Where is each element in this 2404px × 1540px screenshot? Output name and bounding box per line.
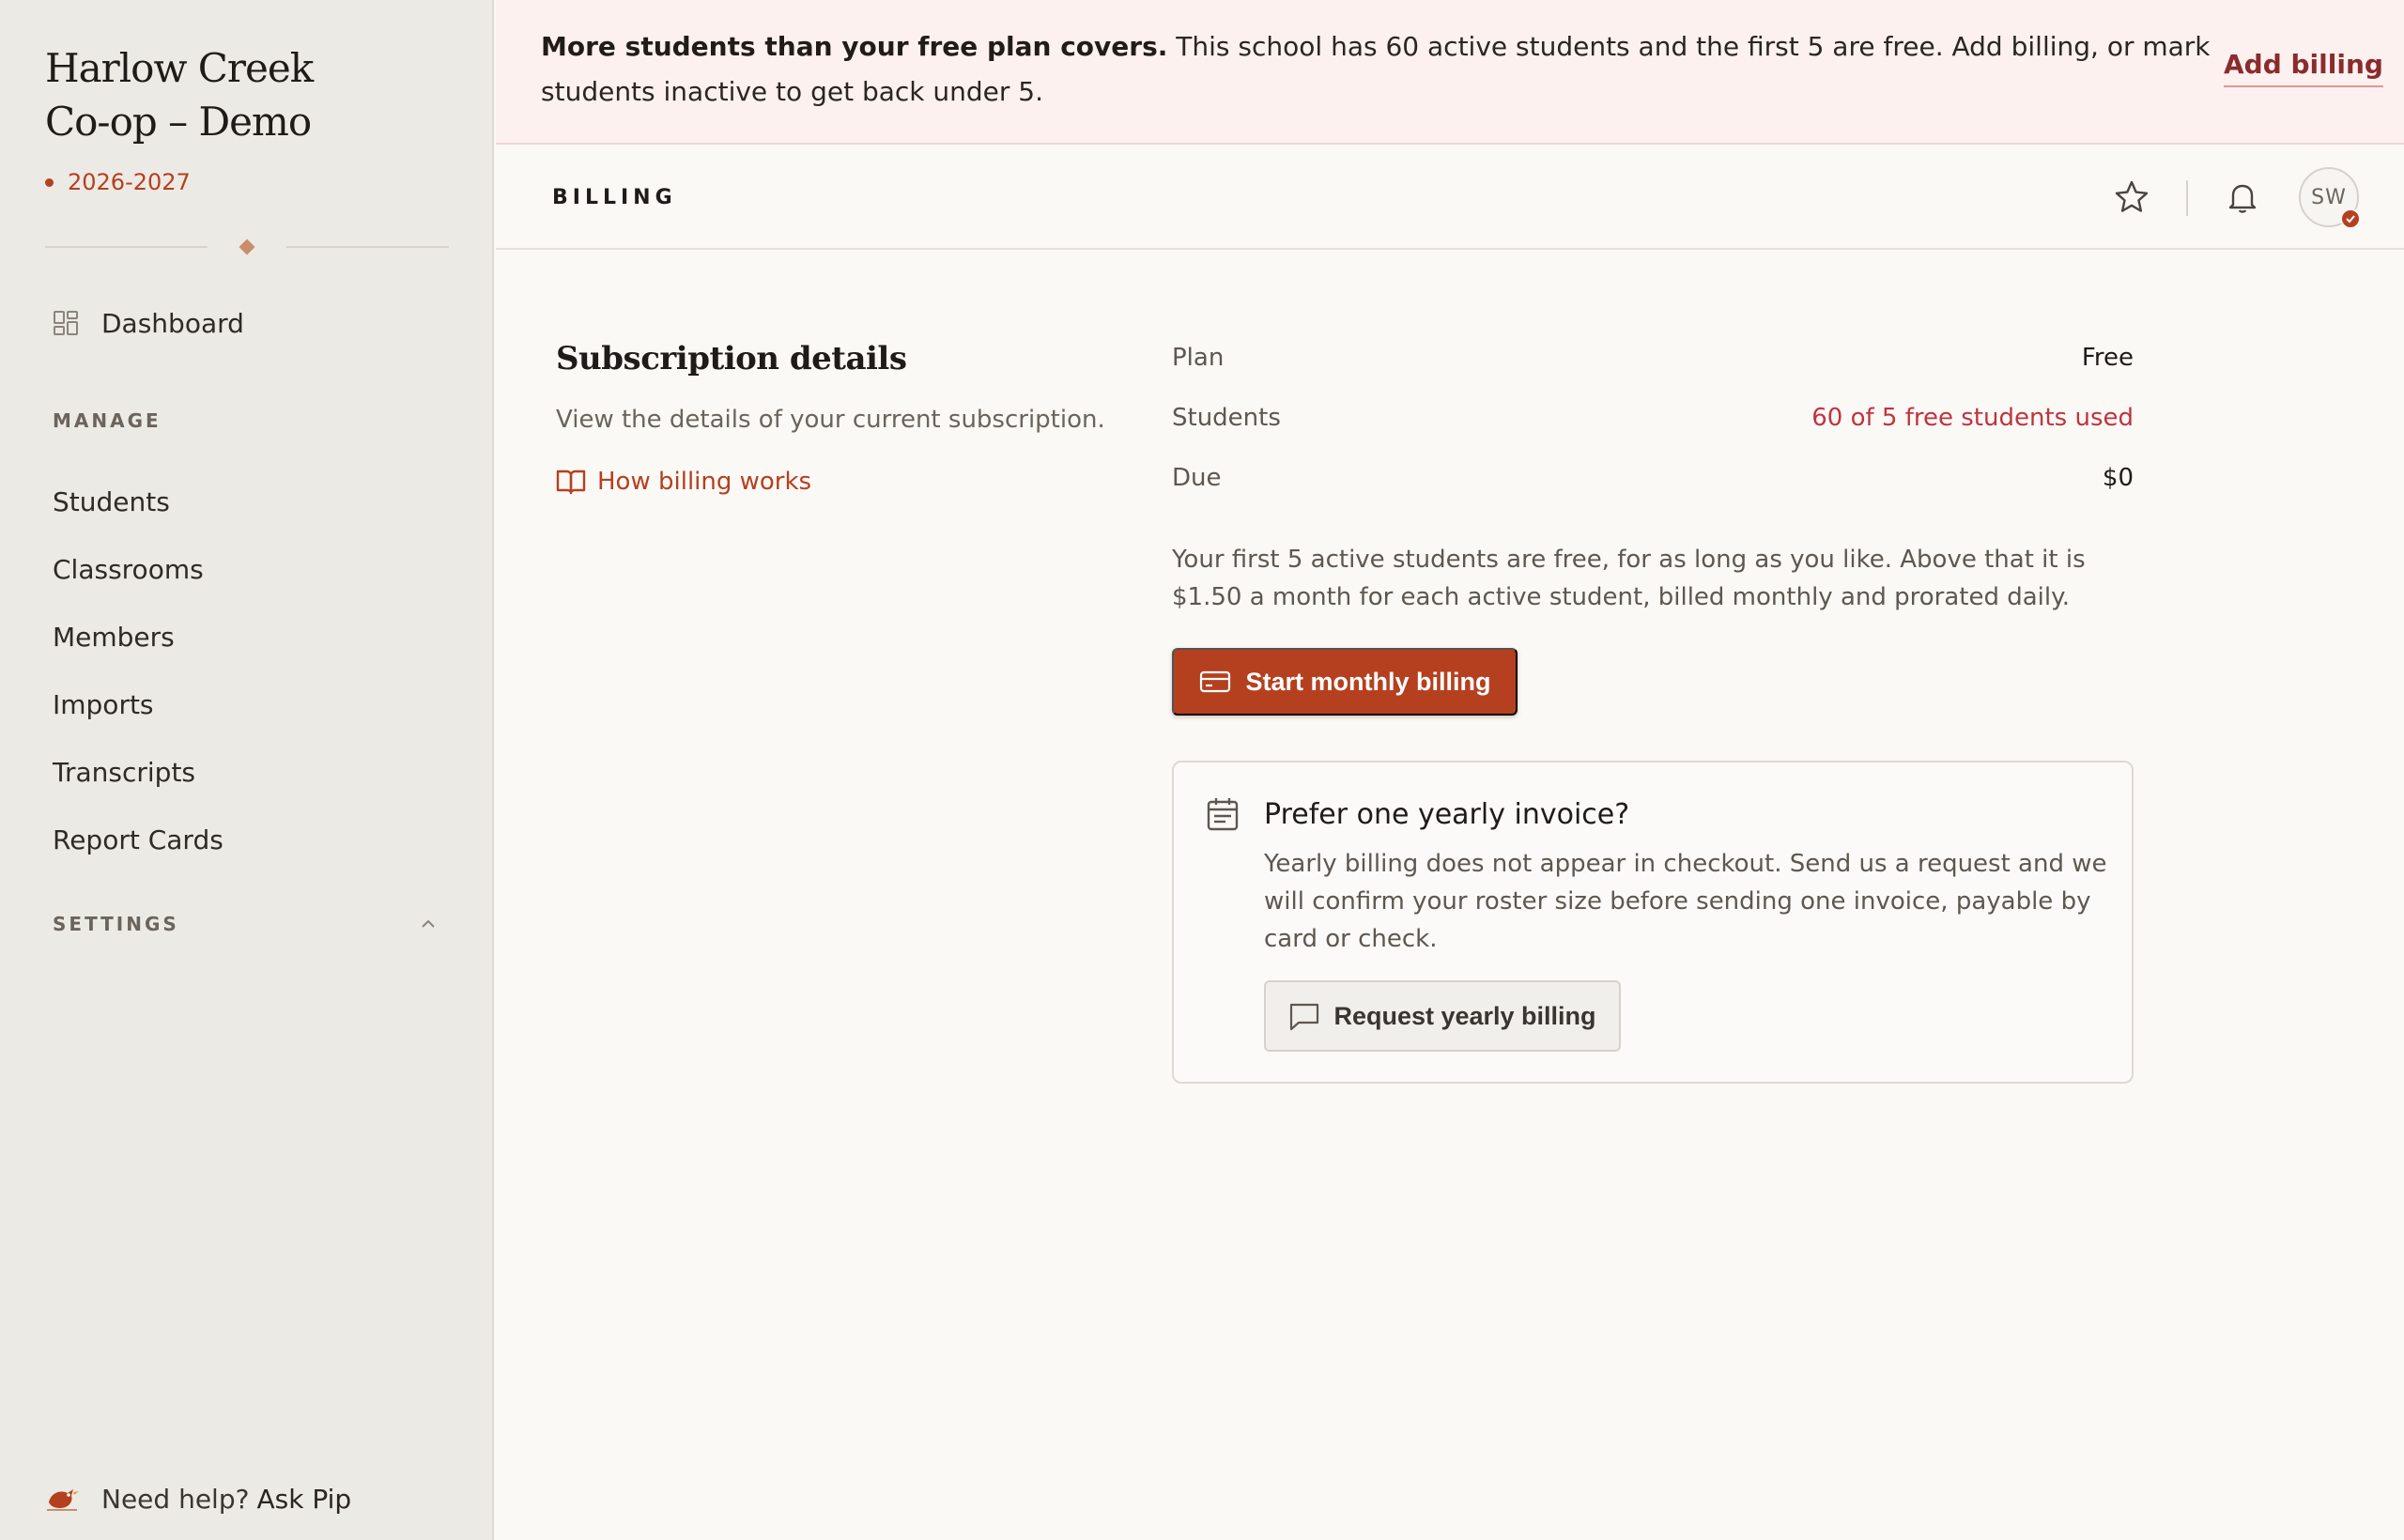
page-header: BILLING SW [496,145,2404,250]
yearly-card-body: Yearly billing does not appear in checko… [1264,850,2107,953]
subscription-description: View the details of your current subscri… [556,406,1105,434]
sidebar-item-report-cards[interactable]: Report Cards [53,806,223,873]
bird-icon [47,1489,79,1511]
message-square-icon [1290,1003,1319,1031]
page-title: BILLING [552,186,677,209]
how-billing-works-link[interactable]: How billing works [556,468,811,496]
school-name-line2: Co-op – Demo [45,99,312,145]
user-avatar[interactable]: SW [2299,167,2361,229]
school-year-selector[interactable]: 2026-2027 [45,169,191,195]
sidebar-divider [45,239,449,255]
sidebar-item-label: Dashboard [101,307,244,339]
sidebar-item-dashboard[interactable]: Dashboard [53,302,244,344]
help-link-label: Ask Pip [256,1483,352,1515]
sidebar-item-imports[interactable]: Imports [53,670,223,738]
school-name-line1: Harlow Creek [45,45,314,91]
verified-badge [2340,208,2361,229]
banner-message: More students than your free plan covers… [541,24,2212,115]
school-name[interactable]: Harlow Creek Co-op – Demo [45,41,458,148]
status-dot [45,177,54,187]
diamond-ornament [239,239,255,255]
plan-label: Plan [1172,344,1225,372]
sidebar: Harlow Creek Co-op – Demo 2026-2027 Dash… [0,0,494,1540]
students-value: 60 of 5 free students used [1811,404,2134,432]
due-row: Due $0 [1172,464,2134,492]
yearly-billing-card: Prefer one yearly invoice? Yearly billin… [1172,761,2134,1084]
students-label: Students [1172,404,1281,432]
check-icon [2346,215,2355,223]
chevron-up-icon[interactable] [417,916,439,932]
bell-icon[interactable] [2224,178,2261,216]
plan-row: Plan Free [1172,344,2134,372]
star-icon[interactable] [2113,178,2150,216]
grid-icon [54,311,78,335]
plan-limit-banner: More students than your free plan covers… [496,0,2404,145]
banner-message-bold: More students than your free plan covers… [541,31,1168,62]
request-yearly-billing-button[interactable]: Request yearly billing [1264,980,1621,1052]
start-monthly-billing-label: Start monthly billing [1245,667,1491,696]
due-value: $0 [2102,464,2134,492]
sidebar-item-classrooms[interactable]: Classrooms [53,535,223,603]
plan-value: Free [2081,344,2134,372]
add-billing-link[interactable]: Add billing [2224,49,2383,87]
start-monthly-billing-button[interactable]: Start monthly billing [1172,648,1518,716]
help-link[interactable]: Need help? Ask Pip [45,1480,351,1517]
sidebar-item-transcripts[interactable]: Transcripts [53,738,223,806]
avatar-initials: SW [2311,185,2347,209]
pricing-description: Your first 5 active students are free, f… [1172,546,2086,611]
book-open-icon [556,470,586,495]
students-row: Students 60 of 5 free students used [1172,404,2134,432]
request-yearly-billing-label: Request yearly billing [1333,1001,1596,1030]
help-text: Need help? [101,1483,250,1515]
subscription-title: Subscription details [556,340,907,377]
calendar-icon [1207,798,1239,831]
settings-section-toggle[interactable]: SETTINGS [53,913,179,935]
header-divider [2186,180,2188,216]
sidebar-item-students[interactable]: Students [53,468,223,535]
yearly-card-title: Prefer one yearly invoice? [1264,798,1630,831]
manage-nav: Students Classrooms Members Imports Tran… [53,468,223,873]
sidebar-item-members[interactable]: Members [53,603,223,670]
manage-section-label: MANAGE [53,409,162,432]
how-billing-works-label: How billing works [597,468,812,496]
school-year-label: 2026-2027 [68,169,191,195]
due-label: Due [1172,464,1222,492]
credit-card-icon [1199,670,1230,693]
